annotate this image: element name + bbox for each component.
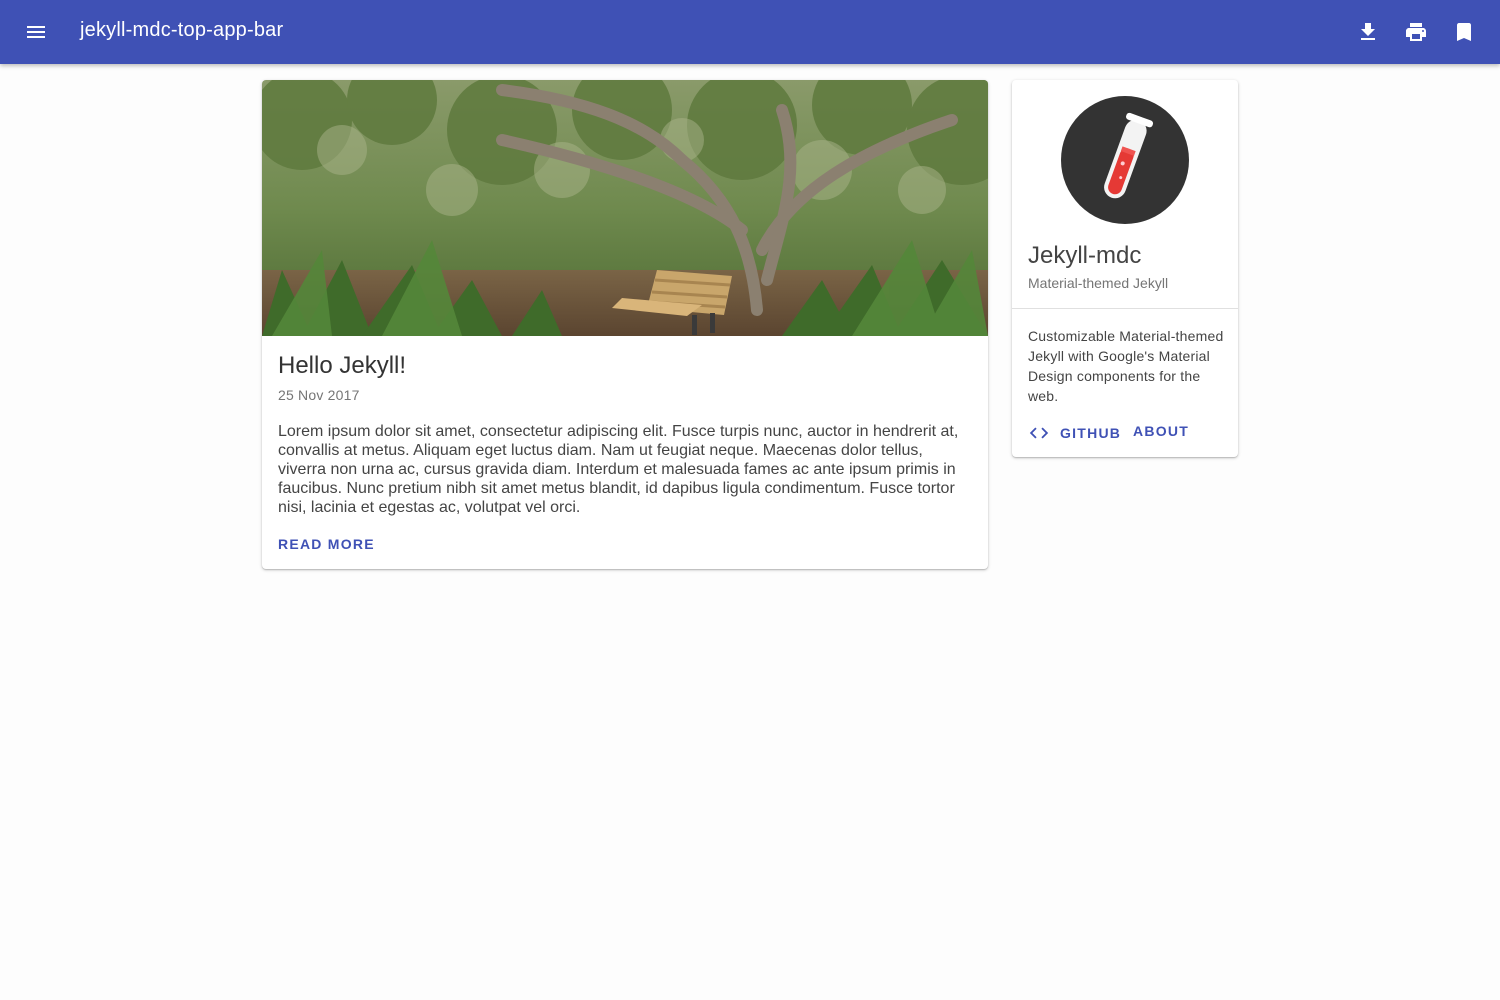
bookmark-icon <box>1457 23 1471 41</box>
print-button[interactable] <box>1396 12 1436 52</box>
download-button[interactable] <box>1348 12 1388 52</box>
about-button[interactable]: About <box>1133 423 1189 439</box>
read-more-button[interactable]: Read more <box>278 536 375 552</box>
app-title: jekyll-mdc-top-app-bar <box>80 19 284 41</box>
profile-name: Jekyll-mdc <box>1028 242 1142 269</box>
post-image <box>262 80 988 336</box>
bookmark-button[interactable] <box>1444 12 1484 52</box>
github-label: GitHub <box>1060 425 1122 441</box>
test-tube-icon <box>1104 112 1154 199</box>
avatar <box>1061 96 1189 224</box>
print-icon <box>1406 23 1426 41</box>
menu-button[interactable] <box>16 12 56 52</box>
profile-card: Jekyll-mdc Material-themed Jekyll Custom… <box>1012 80 1238 457</box>
download-icon <box>1361 23 1375 40</box>
post-excerpt: Lorem ipsum dolor sit amet, consectetur … <box>278 423 959 516</box>
profile-tagline: Material-themed Jekyll <box>1028 275 1169 291</box>
profile-description: Customizable Material-themed Jekyll with… <box>1028 328 1224 404</box>
github-button[interactable]: GitHub <box>1028 422 1121 444</box>
menu-icon <box>27 26 45 38</box>
post-title[interactable]: Hello Jekyll! <box>278 352 406 380</box>
post-date: 25 Nov 2017 <box>278 387 360 403</box>
post-card: Hello Jekyll! 25 Nov 2017 Lorem ipsum do… <box>262 80 988 569</box>
top-app-bar: jekyll-mdc-top-app-bar <box>0 0 1500 64</box>
code-icon <box>1028 422 1050 444</box>
divider <box>1012 308 1238 309</box>
